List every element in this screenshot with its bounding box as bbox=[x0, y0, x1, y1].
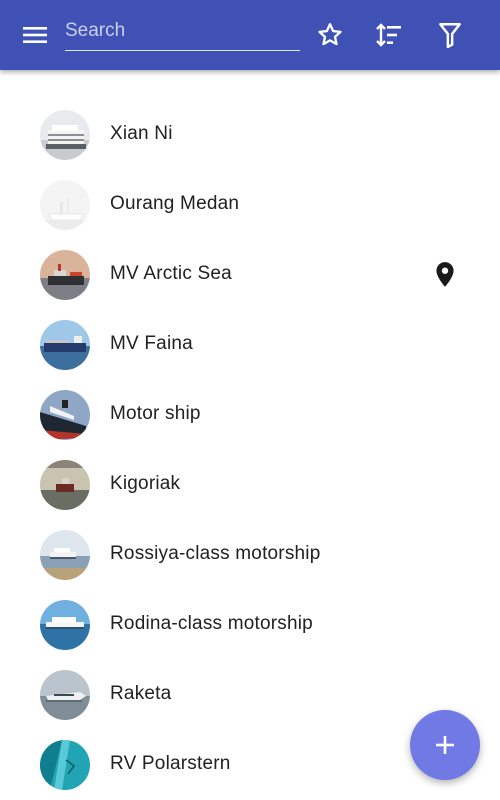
avatar bbox=[40, 670, 90, 720]
item-label: Motor ship bbox=[110, 403, 201, 424]
item-label: Rodina-class motorship bbox=[110, 613, 313, 634]
avatar bbox=[40, 460, 90, 510]
sort-icon bbox=[376, 23, 401, 47]
search-input[interactable] bbox=[65, 14, 300, 48]
app-bar bbox=[0, 0, 500, 70]
avatar bbox=[40, 390, 90, 440]
list-item[interactable]: Ourang Medan bbox=[0, 170, 500, 240]
location-pin-button[interactable] bbox=[432, 260, 458, 290]
star-outline-icon bbox=[318, 23, 342, 46]
favorites-button[interactable] bbox=[310, 15, 350, 55]
filter-icon bbox=[439, 22, 461, 49]
menu-button[interactable] bbox=[15, 15, 55, 55]
list-item[interactable]: Rossiya-class motorship bbox=[0, 520, 500, 590]
avatar bbox=[40, 530, 90, 580]
list-item[interactable]: Xian Ni bbox=[0, 100, 500, 170]
filter-button[interactable] bbox=[430, 15, 470, 55]
add-button[interactable] bbox=[410, 710, 480, 780]
item-label: Kigoriak bbox=[110, 473, 181, 494]
avatar bbox=[40, 740, 90, 790]
item-label: MV Faina bbox=[110, 333, 193, 354]
sort-button[interactable] bbox=[369, 15, 409, 55]
plus-icon bbox=[436, 736, 454, 754]
list-item[interactable]: MV Faina bbox=[0, 310, 500, 380]
ship-list: Xian Ni Ourang Medan MV Arctic Sea MV Fa… bbox=[0, 100, 500, 800]
avatar bbox=[40, 250, 90, 300]
list-item[interactable]: Motor ship bbox=[0, 380, 500, 450]
location-pin-icon bbox=[436, 262, 454, 287]
avatar bbox=[40, 600, 90, 650]
list-item[interactable]: Kigoriak bbox=[0, 450, 500, 520]
avatar bbox=[40, 180, 90, 230]
avatar bbox=[40, 110, 90, 160]
item-label: RV Polarstern bbox=[110, 753, 231, 774]
item-label: MV Arctic Sea bbox=[110, 263, 232, 284]
item-label: Ourang Medan bbox=[110, 193, 240, 214]
list-item[interactable]: Rodina-class motorship bbox=[0, 590, 500, 660]
search-field bbox=[65, 14, 300, 51]
item-label: Raketa bbox=[110, 683, 172, 704]
hamburger-menu-icon bbox=[23, 27, 47, 43]
list-item[interactable]: MV Arctic Sea bbox=[0, 240, 500, 310]
avatar bbox=[40, 320, 90, 370]
item-label: Rossiya-class motorship bbox=[110, 543, 321, 564]
item-label: Xian Ni bbox=[110, 123, 173, 144]
